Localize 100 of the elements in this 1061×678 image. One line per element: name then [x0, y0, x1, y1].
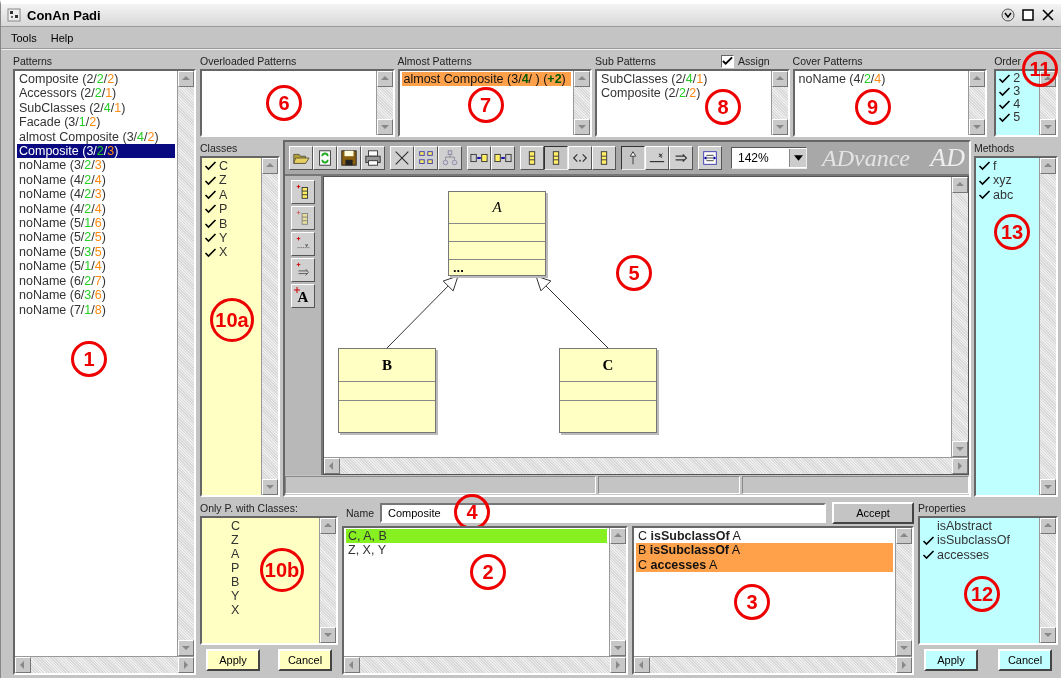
menu-item[interactable]: Help	[50, 29, 74, 46]
callout-number: 1	[71, 341, 107, 377]
class-node[interactable]: A ...	[448, 191, 546, 276]
window-menu-icon[interactable]	[1001, 8, 1015, 22]
order-item[interactable]: 3	[998, 85, 1021, 98]
order-item[interactable]: 2	[998, 72, 1021, 85]
window-title: ConAn Padi	[27, 7, 101, 23]
class-filter-item[interactable]: Y	[216, 589, 240, 603]
checkbox-label: Assign	[738, 54, 770, 69]
vertical-scrollbar[interactable]	[968, 71, 986, 135]
panel-label: Sub Patterns	[595, 54, 656, 69]
callout-number: 13	[994, 214, 1030, 250]
order-item[interactable]: 5	[998, 111, 1021, 124]
vertical-scrollbar[interactable]	[1039, 518, 1056, 643]
pattern-item[interactable]: noName (5/1/6)	[17, 216, 175, 231]
pattern-item[interactable]: Composite (3/2/3)	[17, 144, 175, 159]
order-item[interactable]: 4	[998, 98, 1021, 111]
class-name: C	[602, 356, 614, 374]
apply-button[interactable]: Apply	[924, 649, 978, 671]
vertical-scrollbar[interactable]	[261, 158, 278, 495]
class-filter-item[interactable]: A	[216, 547, 240, 561]
palette-tool-button[interactable]	[291, 206, 315, 230]
pattern-item[interactable]: noName (6/2/7)	[17, 273, 175, 289]
callout-number: 3	[734, 584, 770, 620]
pattern-item[interactable]: noName (4/2/4)	[796, 72, 967, 87]
vertical-scrollbar[interactable]	[319, 518, 336, 643]
assign-checkbox[interactable]	[721, 54, 735, 68]
pattern-item[interactable]: noName (3/2/3)	[17, 158, 175, 173]
pattern-item[interactable]: noName (5/2/5)	[17, 230, 175, 245]
menu-item[interactable]: Tools	[11, 29, 37, 46]
tool-button[interactable]	[621, 146, 645, 170]
relation-item[interactable]: B isSubclassOf A	[636, 543, 893, 558]
vertical-scrollbar[interactable]	[1039, 158, 1056, 495]
cancel-button[interactable]: Cancel	[278, 649, 332, 671]
horizontal-scrollbar[interactable]	[344, 656, 626, 673]
class-filter-item[interactable]: P	[216, 561, 240, 575]
class-item[interactable]: C	[204, 159, 229, 174]
apply-button[interactable]: Apply	[206, 649, 260, 671]
class-filter-item[interactable]: X	[216, 603, 240, 617]
vertical-scrollbar[interactable]	[609, 528, 626, 656]
class-item[interactable]: A	[204, 187, 228, 203]
property-item[interactable]: isAbstract	[922, 519, 992, 534]
horizontal-scrollbar[interactable]	[15, 656, 194, 673]
maximize-icon[interactable]	[1021, 8, 1035, 22]
vertical-scrollbar[interactable]	[177, 71, 194, 656]
property-item[interactable]: accesses	[922, 547, 990, 563]
panel-label: Classes	[200, 141, 239, 156]
zoom-dropdown[interactable]: 142%	[731, 147, 807, 169]
class-filter-item[interactable]: C	[216, 519, 241, 533]
class-item[interactable]: Y	[204, 231, 228, 246]
callout-number: 7	[467, 87, 504, 123]
refresh-icon	[316, 149, 334, 167]
class-item[interactable]: P	[204, 202, 228, 217]
class-filter-item[interactable]: B	[216, 575, 240, 589]
pattern-item[interactable]: Composite (2/2/2)	[17, 72, 175, 87]
tree-icon	[441, 149, 459, 167]
vertical-scrollbar[interactable]	[951, 177, 968, 457]
pattern-item[interactable]: noName (4/2/3)	[17, 187, 175, 202]
pattern-item[interactable]: noName (5/3/5)	[17, 244, 175, 260]
palette-tool-button[interactable]: A	[291, 284, 315, 308]
pattern-item[interactable]: noName (7/1/8)	[17, 302, 175, 317]
pattern-item[interactable]: Facade (3/1/2)	[17, 115, 175, 130]
class-item[interactable]: X	[204, 245, 228, 260]
panel-label: Almost Patterns	[397, 54, 473, 69]
palette-tool-button[interactable]	[291, 232, 315, 256]
pattern-item[interactable]: almost Composite (3/4/2)	[17, 129, 175, 145]
logo-text: AD	[930, 143, 965, 173]
method-item[interactable]: xyz	[978, 173, 1012, 188]
accept-button[interactable]: Accept	[832, 502, 914, 524]
pattern-item[interactable]: SubClasses (2/4/1)	[17, 100, 175, 116]
close-icon[interactable]	[1041, 8, 1055, 22]
pattern-item[interactable]: almost Composite (3/4/ ) (+2)	[401, 72, 572, 87]
class-item[interactable]: B	[204, 216, 228, 232]
class-filter-item[interactable]: Z	[216, 533, 239, 547]
method-item[interactable]: f	[978, 159, 997, 174]
horizontal-scrollbar[interactable]	[324, 457, 968, 474]
pattern-item[interactable]: noName (5/1/4)	[17, 259, 175, 274]
pattern-item[interactable]: Accessors (2/2/1)	[17, 86, 175, 101]
app-icon	[7, 8, 21, 22]
field-label: Name	[346, 506, 374, 521]
property-item[interactable]: isSubclassOf	[922, 533, 1010, 548]
palette-tool-button[interactable]	[291, 180, 315, 204]
pattern-item[interactable]: SubClasses (2/4/1)	[599, 72, 769, 87]
tool-button[interactable]	[544, 146, 568, 170]
pattern-item[interactable]: noName (4/2/4)	[17, 172, 175, 188]
method-item[interactable]: abc	[978, 187, 1014, 203]
horizontal-scrollbar[interactable]	[634, 656, 912, 673]
vertical-scrollbar[interactable]	[573, 71, 591, 135]
class-item[interactable]: Z	[204, 173, 227, 188]
relation-item[interactable]: C isSubclassOf A	[636, 529, 893, 544]
cancel-button[interactable]: Cancel	[998, 649, 1052, 671]
palette-tool-button[interactable]	[291, 258, 315, 282]
logo-text: ADvance	[822, 144, 910, 172]
pattern-item[interactable]: noName (6/3/6)	[17, 288, 175, 303]
class-node[interactable]: B	[338, 348, 436, 433]
save-icon	[340, 149, 358, 167]
class-set-item[interactable]: C, A, B	[346, 529, 607, 544]
pattern-item[interactable]: noName (4/2/4)	[17, 201, 175, 217]
vertical-scrollbar[interactable]	[895, 528, 912, 656]
class-node[interactable]: C	[559, 348, 657, 433]
